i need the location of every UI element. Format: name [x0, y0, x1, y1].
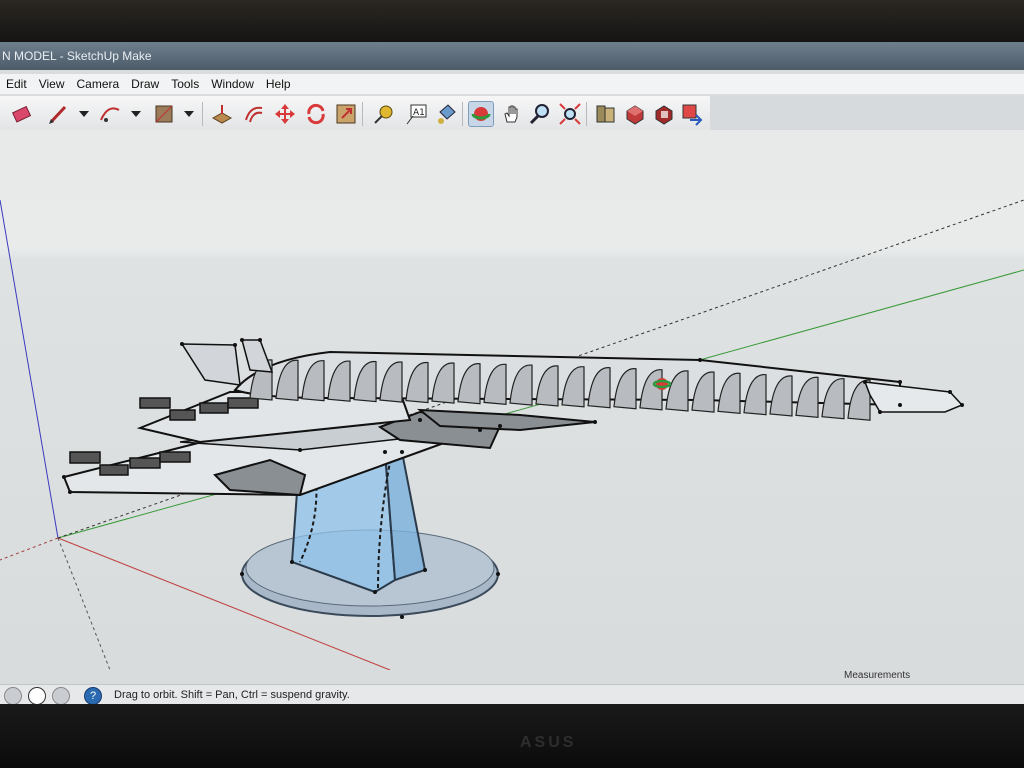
zoom-extents-icon[interactable]	[558, 102, 582, 126]
toolbar-separator	[202, 102, 203, 126]
front-fin-left	[180, 343, 241, 386]
help-icon[interactable]: ?	[84, 687, 102, 704]
status-text: Drag to orbit. Shift = Pan, Ctrl = suspe…	[114, 689, 350, 701]
vertex-marker	[298, 448, 302, 452]
main-toolbar: A1	[0, 96, 710, 131]
measurements-label: Measurements	[844, 670, 911, 681]
model-canvas	[0, 199, 1024, 670]
monitor-logo: ASUS	[520, 734, 577, 751]
zoom-icon[interactable]	[528, 102, 552, 126]
vertex-marker	[498, 424, 502, 428]
3d-viewport[interactable]	[0, 130, 1024, 670]
pencil-icon[interactable]	[46, 102, 70, 126]
paint-bucket-icon[interactable]	[434, 102, 458, 126]
vertex-marker	[948, 390, 952, 394]
vertex-marker	[878, 410, 882, 414]
vertex-marker	[240, 572, 244, 576]
vertex-marker	[418, 418, 422, 422]
offset-icon[interactable]	[242, 102, 266, 126]
status-bar: ? Drag to orbit. Shift = Pan, Ctrl = sus…	[0, 684, 1024, 704]
blue-axis-dashed	[57, 537, 111, 670]
title-bar: N MODEL - SketchUp Make	[0, 42, 1024, 70]
vertex-marker	[400, 615, 404, 619]
pencil-dropdown-icon[interactable]	[79, 111, 89, 117]
toolbar-separator	[462, 102, 463, 126]
eraser-icon[interactable]	[10, 102, 34, 126]
vertex-marker	[478, 428, 482, 432]
svg-text:A1: A1	[413, 108, 425, 118]
menu-camera[interactable]: Camera	[70, 74, 125, 91]
move-icon[interactable]	[273, 102, 297, 126]
credits-icon[interactable]	[28, 687, 46, 704]
vertex-marker	[698, 358, 702, 362]
front-fin-right	[241, 339, 274, 373]
toolbar-empty-area	[710, 96, 1024, 130]
share-icon[interactable]	[680, 102, 704, 126]
window-title: N MODEL - SketchUp Make	[2, 49, 152, 63]
menu-draw[interactable]: Draw	[125, 74, 165, 91]
rectangle-icon[interactable]	[152, 102, 176, 126]
components-icon[interactable]	[623, 102, 647, 126]
vertex-marker	[960, 403, 964, 407]
toolbar-separator	[362, 102, 363, 126]
push-pull-icon[interactable]	[210, 102, 234, 126]
menu-bar: Edit View Camera Draw Tools Window Help	[0, 74, 1024, 94]
vertex-marker	[898, 380, 902, 384]
monitor-bottom-bezel: ASUS	[0, 704, 1024, 768]
vertex-marker	[68, 490, 72, 494]
vertex-marker	[593, 420, 597, 424]
vertex-marker	[373, 590, 377, 594]
vertex-marker	[863, 380, 867, 384]
text-icon[interactable]: A1	[404, 102, 428, 126]
vertex-marker	[496, 572, 500, 576]
menu-tools[interactable]: Tools	[165, 74, 205, 91]
arc-dropdown-icon[interactable]	[131, 111, 141, 117]
vertex-marker	[898, 403, 902, 407]
vertex-marker	[400, 450, 404, 454]
menu-window[interactable]: Window	[205, 74, 260, 91]
vertex-marker	[290, 560, 294, 564]
menu-view[interactable]: View	[33, 74, 71, 91]
vertex-marker	[180, 342, 184, 346]
rotate-icon[interactable]	[304, 102, 328, 126]
toolbar-separator	[586, 102, 587, 126]
extensions-icon[interactable]	[652, 102, 676, 126]
sketchup-window: N MODEL - SketchUp Make Edit View Camera Dr…	[0, 42, 1024, 704]
pan-icon[interactable]	[500, 102, 524, 126]
geolocation-icon[interactable]	[4, 687, 22, 704]
arc-icon[interactable]	[98, 102, 122, 126]
user-icon[interactable]	[52, 687, 70, 704]
menu-edit[interactable]: Edit	[0, 74, 33, 91]
menu-help[interactable]: Help	[260, 74, 297, 91]
tape-measure-icon[interactable]	[372, 102, 396, 126]
vertex-marker	[62, 475, 66, 479]
vertex-marker	[423, 568, 427, 572]
warehouse-icon[interactable]	[594, 102, 618, 126]
vertex-marker	[233, 343, 237, 347]
red-axis-dashed	[0, 537, 59, 561]
blue-axis-line	[0, 199, 59, 539]
vertex-marker	[258, 338, 262, 342]
tail-piece	[863, 381, 964, 413]
vertex-marker	[240, 338, 244, 342]
vertex-marker	[383, 450, 387, 454]
rectangle-dropdown-icon[interactable]	[184, 111, 194, 117]
scale-icon[interactable]	[334, 102, 358, 126]
orbit-icon[interactable]	[468, 101, 494, 127]
